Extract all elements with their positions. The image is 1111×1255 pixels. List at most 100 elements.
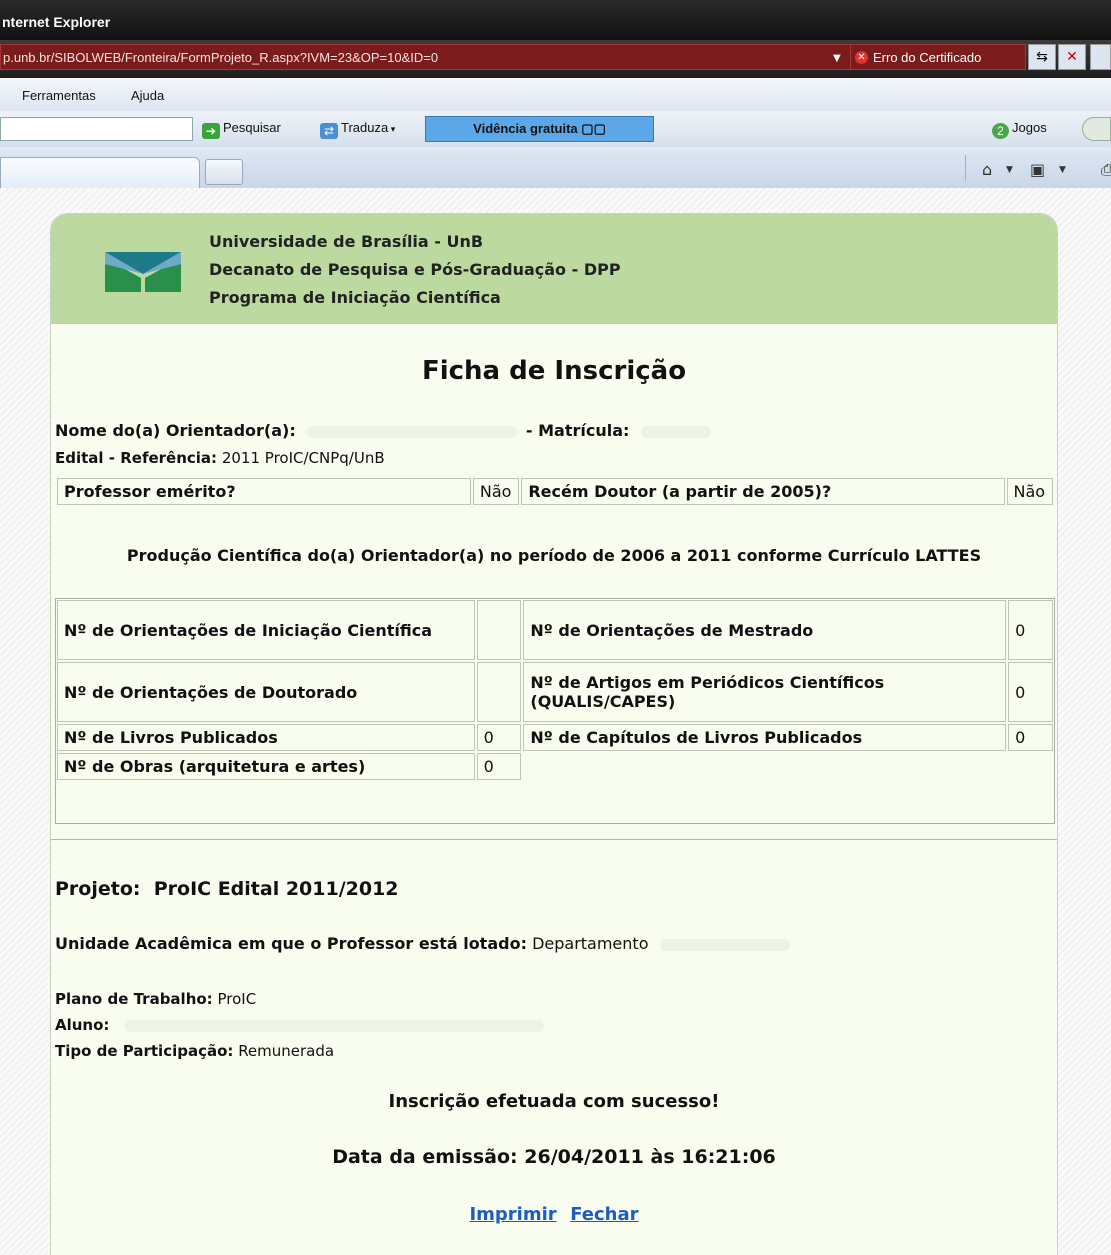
window-titlebar: nternet Explorer — [0, 0, 1111, 40]
unidade-row: Unidade Acadêmica em que o Professor est… — [55, 934, 790, 953]
action-links: Imprimir Fechar — [51, 1204, 1057, 1225]
capitulos-value: 0 — [1008, 724, 1053, 751]
ic-value — [476, 600, 522, 660]
emerito-value: Não — [472, 478, 520, 505]
mestrado-value: 0 — [1008, 600, 1053, 660]
professor-status-table: Professor emérito? Não Recém Doutor (a p… — [55, 476, 1055, 507]
plano-row: Plano de Trabalho: ProIC — [55, 990, 256, 1008]
table-row: Nº de Orientações de Doutorado Nº de Art… — [57, 662, 1053, 722]
search-go-icon[interactable] — [1090, 44, 1111, 70]
feeds-icon[interactable]: ▣ — [1030, 160, 1045, 179]
edital-row: Edital - Referência: 2011 ProIC/CNPq/UnB — [55, 449, 385, 467]
emission-date: Data da emissão: 26/04/2011 às 16:21:06 — [332, 1146, 776, 1168]
ic-label: Nº de Orientações de Iniciação Científic… — [57, 600, 475, 660]
new-tab-button[interactable] — [205, 159, 243, 185]
institution-header: Universidade de Brasília - UnB Decanato … — [51, 214, 1057, 324]
section-divider — [51, 839, 1057, 840]
unidade-value: Departamento — [532, 934, 649, 953]
plano-label: Plano de Trabalho: — [55, 990, 213, 1008]
capitulos-label: Nº de Capítulos de Livros Publicados — [523, 724, 1007, 751]
edital-label: Edital - Referência: — [55, 449, 218, 467]
pesquisar-label: Pesquisar — [223, 120, 281, 135]
imprimir-link[interactable]: Imprimir — [469, 1204, 556, 1225]
toolbar: ➔ Pesquisar ⇄ Traduza ▾ Vidência gratuita … — [0, 111, 1111, 148]
address-bar: p.unb.br/SIBOLWEB/Fronteira/FormProjeto_… — [0, 40, 1111, 78]
menu-bar: Ferramentas Ajuda — [0, 78, 1111, 111]
orientador-label: Nome do(a) Orientador(a): — [55, 421, 296, 440]
table-row: Nº de Livros Publicados 0 Nº de Capítulo… — [57, 724, 1053, 751]
program-name: Programa de Iniciação Científica — [209, 288, 501, 307]
url-dropdown-icon[interactable]: ▼ — [833, 53, 841, 64]
toolbar-divider — [965, 155, 966, 181]
print-icon[interactable]: ⎙ — [1101, 160, 1111, 180]
plano-value: ProIC — [217, 990, 257, 1008]
tab-current[interactable] — [0, 157, 200, 188]
page-viewport: Universidade de Brasília - UnB Decanato … — [0, 188, 1111, 1255]
aluno-row: Aluno: — [55, 1016, 545, 1034]
table-row: Professor emérito? Não Recém Doutor (a p… — [57, 478, 1053, 505]
jogos-label: Jogos — [1012, 120, 1047, 135]
url-text: p.unb.br/SIBOLWEB/Fronteira/FormProjeto_… — [3, 50, 439, 65]
feeds-dropdown-icon[interactable]: ▼ — [1059, 165, 1066, 175]
traduza-button[interactable]: ⇄ Traduza ▾ — [320, 120, 395, 139]
institution-names: Universidade de Brasília - UnB Decanato … — [209, 228, 621, 312]
emerito-label: Professor emérito? — [57, 478, 471, 505]
unidade-label: Unidade Acadêmica em que o Professor est… — [55, 934, 527, 953]
unb-logo-icon — [105, 252, 181, 292]
tipo-row: Tipo de Participação: Remunerada — [55, 1042, 334, 1060]
translate-icon: ⇄ — [320, 123, 338, 139]
jogos-button[interactable]: 2 Jogos — [992, 120, 1047, 139]
tab-bar: ⌂ ▼ ▣ ▼ ⎙ — [0, 147, 1111, 189]
menu-ajuda[interactable]: Ajuda — [131, 88, 164, 103]
toolbar-search-input[interactable] — [0, 117, 193, 141]
home-dropdown-icon[interactable]: ▼ — [1006, 165, 1013, 175]
games-icon: 2 — [992, 123, 1009, 139]
projeto-label: Projeto: — [55, 878, 141, 900]
stop-icon[interactable]: ✕ — [1058, 44, 1086, 70]
window-title: nternet Explorer — [2, 14, 111, 30]
matricula-label: - Matrícula: — [525, 421, 630, 440]
table-row: Nº de Obras (arquitetura e artes) 0 — [57, 753, 1053, 780]
tipo-value: Remunerada — [238, 1042, 335, 1060]
success-message: Inscrição efetuada com sucesso! — [388, 1091, 720, 1112]
edital-value: 2011 ProIC/CNPq/UnB — [221, 449, 385, 467]
doutorado-value — [476, 662, 522, 722]
recem-doutor-value: Não — [1006, 478, 1053, 505]
projeto-row: Projeto: ProIC Edital 2011/2012 — [55, 878, 399, 900]
artigos-label: Nº de Artigos em Periódicos Científicos … — [523, 662, 1007, 722]
projeto-value: ProIC Edital 2011/2012 — [153, 878, 399, 900]
university-name: Universidade de Brasília - UnB — [209, 232, 484, 251]
unidade-value-redacted — [659, 938, 790, 951]
fechar-link[interactable]: Fechar — [570, 1204, 638, 1225]
mestrado-label: Nº de Orientações de Mestrado — [523, 600, 1007, 660]
orientador-row: Nome do(a) Orientador(a): - Matrícula: — [55, 421, 711, 440]
refresh-icon[interactable]: ⇆ — [1028, 44, 1056, 70]
video-icon: ▢▢ — [581, 121, 606, 136]
doutorado-label: Nº de Orientações de Doutorado — [57, 662, 475, 722]
addon-icon[interactable] — [1082, 117, 1111, 141]
tipo-label: Tipo de Participação: — [55, 1042, 234, 1060]
video-label: Vidência gratuita — [473, 121, 578, 136]
video-button[interactable]: Vidência gratuita ▢▢ — [425, 116, 654, 142]
home-icon[interactable]: ⌂ — [982, 160, 992, 179]
obras-value: 0 — [476, 753, 522, 780]
table-row: Nº de Orientações de Iniciação Científic… — [57, 600, 1053, 660]
traduza-label: Traduza — [341, 120, 389, 135]
menu-ferramentas[interactable]: Ferramentas — [22, 88, 96, 103]
certificate-error-label: Erro do Certificado — [873, 50, 982, 65]
artigos-value: 0 — [1008, 662, 1053, 722]
pesquisar-button[interactable]: ➔ Pesquisar — [202, 120, 281, 139]
livros-value: 0 — [476, 724, 522, 751]
aluno-label: Aluno: — [55, 1016, 110, 1034]
decanato-name: Decanato de Pesquisa e Pós-Graduação - D… — [209, 260, 621, 279]
recem-doutor-label: Recém Doutor (a partir de 2005)? — [521, 478, 1005, 505]
arrow-right-icon: ➔ — [202, 123, 220, 139]
obras-label: Nº de Obras (arquitetura e artes) — [57, 753, 475, 780]
matricula-value-redacted — [640, 425, 711, 438]
form-card: Universidade de Brasília - UnB Decanato … — [50, 213, 1058, 1255]
page-title: Ficha de Inscrição — [421, 356, 687, 386]
certificate-error-button[interactable]: ✕ Erro do Certificado — [850, 44, 1026, 70]
url-field[interactable]: p.unb.br/SIBOLWEB/Fronteira/FormProjeto_… — [0, 44, 910, 70]
producao-table: Nº de Orientações de Iniciação Científic… — [55, 598, 1055, 782]
certificate-error-icon: ✕ — [855, 51, 868, 64]
